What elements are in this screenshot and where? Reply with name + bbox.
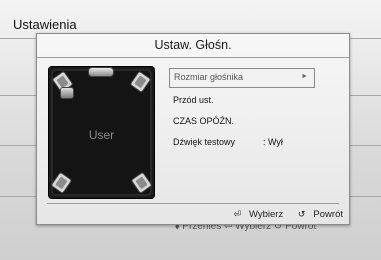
listener-position-label: User bbox=[88, 128, 115, 142]
menu-item-label: Dźwięk testowy bbox=[173, 137, 236, 147]
menu-item-label: Przód ust. bbox=[173, 95, 214, 105]
return-hint-label: Powrót bbox=[313, 209, 343, 220]
menu-item-front-setup[interactable]: Przód ust. bbox=[169, 91, 319, 109]
dialog-title: Ustaw. Głośn. bbox=[154, 38, 232, 52]
settings-window-title: Ustawienia bbox=[13, 17, 77, 32]
menu-item-delay-time[interactable]: CZAS OPÓŹN. bbox=[169, 112, 319, 130]
arrow-right-icon: ► bbox=[301, 73, 308, 80]
return-hint[interactable]: ↺ Powrót bbox=[292, 209, 343, 220]
return-icon: ↺ bbox=[297, 209, 306, 219]
menu-item-label: Rozmiar głośnika bbox=[174, 72, 244, 82]
select-hint-label: Wybierz bbox=[249, 209, 284, 220]
test-tone-value: : Wył bbox=[263, 137, 283, 147]
menu-item-test-tone[interactable]: Dźwięk testowy : Wył bbox=[169, 133, 319, 151]
speaker-layout-preview: User bbox=[48, 66, 155, 199]
subwoofer-icon bbox=[61, 88, 73, 98]
menu-item-speaker-size[interactable]: Rozmiar głośnika ► bbox=[169, 68, 315, 88]
title-divider bbox=[37, 57, 349, 58]
dialog-footer-hints: ⏎ Wybierz ↺ Powrót bbox=[221, 209, 343, 220]
menu-item-label: CZAS OPÓŹN. bbox=[173, 116, 235, 126]
speaker-settings-menu: Rozmiar głośnika ► Przód ust. CZAS OPÓŹN… bbox=[169, 68, 319, 151]
footer-divider bbox=[47, 203, 339, 204]
enter-icon: ⏎ bbox=[233, 209, 241, 219]
center-speaker-icon bbox=[89, 68, 113, 76]
speaker-settings-dialog: Ustaw. Głośn. User Rozmiar głośnika ► Pr… bbox=[36, 33, 350, 225]
select-hint[interactable]: ⏎ Wybierz bbox=[227, 209, 283, 220]
